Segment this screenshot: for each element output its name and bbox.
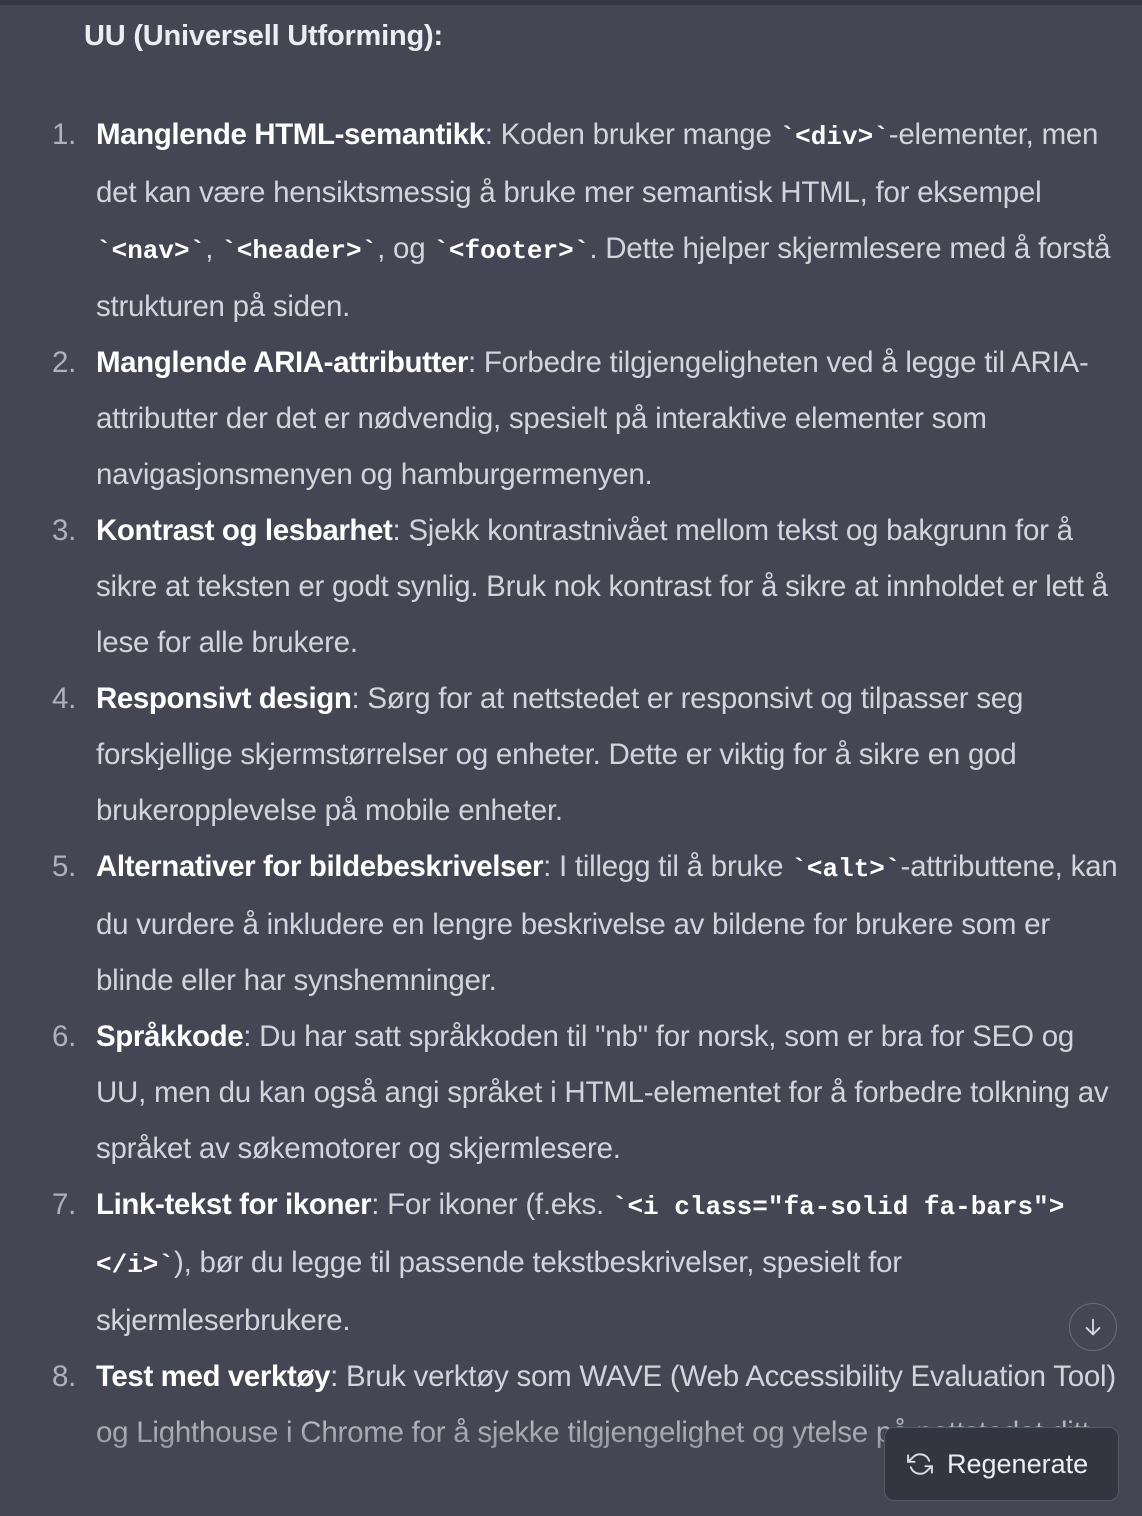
assistant-message: UU (Universell Utforming): 1. Manglende H… (0, 0, 1142, 1516)
list-item-text: ), bør du legge til passende tekstbeskri… (96, 1246, 902, 1337)
list-item-title: Språkkode (96, 1020, 244, 1053)
list-item-title: Manglende HTML-semantikk (96, 118, 485, 151)
list-item: 4. Responsivt design: Sørg for at nettste… (0, 671, 1142, 839)
list-item-title: Link-tekst for ikoner (96, 1188, 372, 1221)
list-item-number: 6. (52, 1020, 77, 1053)
list-item-number: 4. (52, 682, 77, 715)
inline-code: `<header>` (221, 236, 378, 266)
list-item-title: Alternativer for bildebeskrivelser (96, 850, 544, 883)
regenerate-label: Regenerate (947, 1448, 1089, 1479)
list-item-number: 8. (52, 1360, 77, 1393)
list-item-text: : Koden bruker mange (484, 118, 780, 151)
list-item-text: : Du har satt språkkoden til "nb" for no… (96, 1020, 1109, 1165)
list-item-title: Kontrast og lesbarhet (96, 514, 393, 547)
regenerate-button[interactable]: Regenerate (884, 1427, 1119, 1501)
list-item-title: Manglende ARIA-attributter (96, 346, 469, 379)
list-item-text: : I tillegg til å bruke (543, 850, 792, 883)
list-item-text: , (205, 232, 222, 265)
list-item-text: , og (377, 232, 434, 265)
list-item: 6. Språkkode: Du har satt språkkoden til … (0, 1009, 1142, 1177)
inline-code: `<div>` (779, 122, 889, 152)
list-item-number: 3. (52, 514, 77, 547)
inline-code: `<nav>` (96, 236, 206, 266)
refresh-icon (907, 1453, 933, 1475)
recommendation-list: 1. Manglende HTML-semantikk: Koden bruker… (0, 107, 1142, 1461)
list-item-text: : For ikoner (f.eks. (371, 1188, 612, 1221)
list-item: 7. Link-tekst for ikoner: For ikoner (f.e… (0, 1177, 1142, 1349)
inline-code: `<alt>` (791, 854, 901, 884)
list-item-title: Test med verktøy (96, 1360, 331, 1393)
inline-code: `<footer>` (433, 236, 590, 266)
list-item: 2. Manglende ARIA-attributter: Forbedre t… (0, 335, 1142, 503)
list-item: 3. Kontrast og lesbarhet: Sjekk kontrastn… (0, 503, 1142, 671)
list-item-number: 7. (52, 1188, 77, 1221)
list-item-number: 1. (52, 118, 77, 151)
list-item-number: 5. (52, 850, 77, 883)
message-heading: UU (Universell Utforming): (84, 20, 443, 52)
list-item: 5. Alternativer for bildebeskrivelser: I … (0, 839, 1142, 1009)
list-item: 1. Manglende HTML-semantikk: Koden bruker… (0, 107, 1142, 335)
list-item-title: Responsivt design (96, 682, 352, 715)
scroll-to-bottom-button[interactable] (1069, 1303, 1117, 1351)
list-item-number: 2. (52, 346, 77, 379)
arrow-down-icon (1085, 1318, 1101, 1336)
